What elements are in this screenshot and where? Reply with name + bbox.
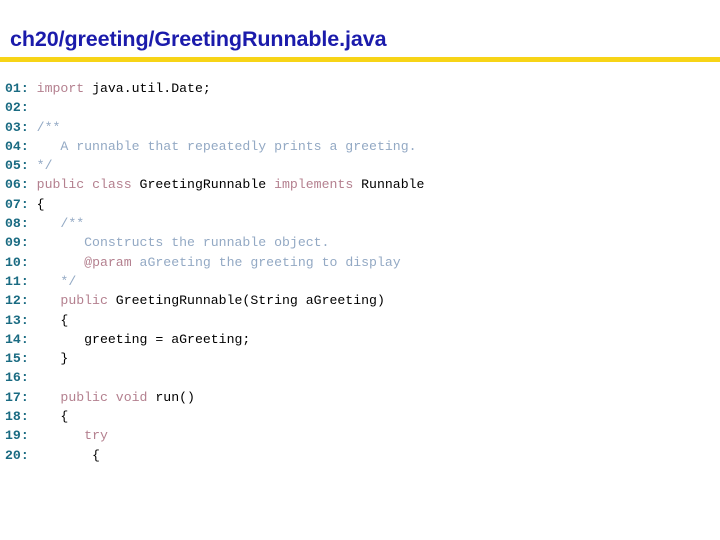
code-line: 18: { (5, 407, 720, 426)
code-token-plain: { (28, 196, 45, 212)
code-line: 15: } (5, 349, 720, 368)
line-number: 04: (5, 138, 29, 154)
page-title: ch20/greeting/GreetingRunnable.java (10, 27, 387, 51)
code-token-keyword: @param (84, 254, 132, 270)
code-line: 10: @param aGreeting the greeting to dis… (5, 253, 720, 272)
line-number: 12: (5, 293, 29, 309)
line-number: 10: (5, 254, 29, 270)
line-number: 03: (5, 119, 29, 135)
code-line: 12: public GreetingRunnable(String aGree… (5, 291, 720, 310)
code-token-plain: GreetingRunnable (131, 177, 275, 193)
code-token-comment (29, 255, 84, 270)
code-token-plain: GreetingRunnable(String aGreeting) (107, 293, 385, 309)
code-token-comment: */ (28, 273, 77, 289)
code-token-plain: { (28, 409, 69, 425)
code-token-keyword: public (60, 293, 108, 309)
slide-canvas: ch20/greeting/GreetingRunnable.java 01: … (0, 0, 720, 540)
code-line: 03: /** (5, 118, 720, 137)
code-line: 05: */ (5, 156, 720, 175)
code-token-keyword: import (36, 81, 85, 96)
code-token-comment: */ (28, 158, 53, 174)
line-number: 20: (5, 447, 29, 463)
line-number: 15: (5, 351, 29, 367)
code-token-plain: run() (147, 389, 195, 405)
code-listing: 01: import java.util.Date; 02: 03: /** 04: … (5, 79, 720, 465)
code-line: 01: import java.util.Date; (5, 79, 720, 98)
code-token-plain: { (28, 447, 100, 463)
code-token-comment: aGreeting the greeting to display (131, 254, 401, 270)
code-line: 08: /** (5, 214, 720, 233)
line-number: 07: (5, 196, 29, 212)
line-number: 18: (5, 409, 29, 425)
code-token-comment: /** (28, 119, 61, 135)
code-line: 16: (5, 368, 720, 387)
line-number: 08: (5, 216, 29, 232)
code-token-keyword: implements (274, 177, 354, 193)
code-token-keyword: public class (36, 177, 132, 193)
code-line: 20: { (5, 446, 720, 465)
code-token-keyword: try (84, 428, 108, 444)
code-token-plain: greeting = aGreeting; (28, 331, 251, 347)
code-line: 02: (5, 98, 720, 117)
line-number: 05: (5, 158, 29, 174)
line-number: 01: (5, 81, 29, 96)
line-number: 13: (5, 312, 29, 328)
line-number: 09: (5, 235, 29, 251)
code-line: 09: Constructs the runnable object. (5, 233, 720, 252)
code-line: 11: */ (5, 272, 720, 291)
line-number: 17: (5, 389, 29, 405)
code-token-plain: } (28, 351, 69, 367)
code-line: 07: { (5, 195, 720, 214)
code-line: 04: A runnable that repeatedly prints a … (5, 137, 720, 156)
line-number: 11: (5, 273, 29, 289)
line-number: 14: (5, 331, 29, 347)
line-number: 19: (5, 428, 29, 444)
code-token-comment: Constructs the runnable object. (28, 235, 330, 251)
line-number: 06: (5, 177, 29, 193)
line-number: 02: (5, 100, 29, 116)
code-line: 19: try (5, 426, 720, 445)
line-number: 16: (5, 370, 29, 386)
code-token-plain: java.util.Date; (84, 81, 211, 96)
code-token-comment: A runnable that repeatedly prints a gree… (28, 138, 417, 154)
code-line: 17: public void run() (5, 388, 720, 407)
code-line: 14: greeting = aGreeting; (5, 330, 720, 349)
code-line: 13: { (5, 311, 720, 330)
code-token-plain: Runnable (353, 177, 425, 193)
code-token-comment: /** (28, 216, 85, 232)
code-token-keyword: public void (60, 389, 148, 405)
code-line: 06: public class GreetingRunnable implem… (5, 175, 720, 194)
code-token-plain: { (28, 312, 69, 328)
title-divider-rule (0, 57, 720, 62)
